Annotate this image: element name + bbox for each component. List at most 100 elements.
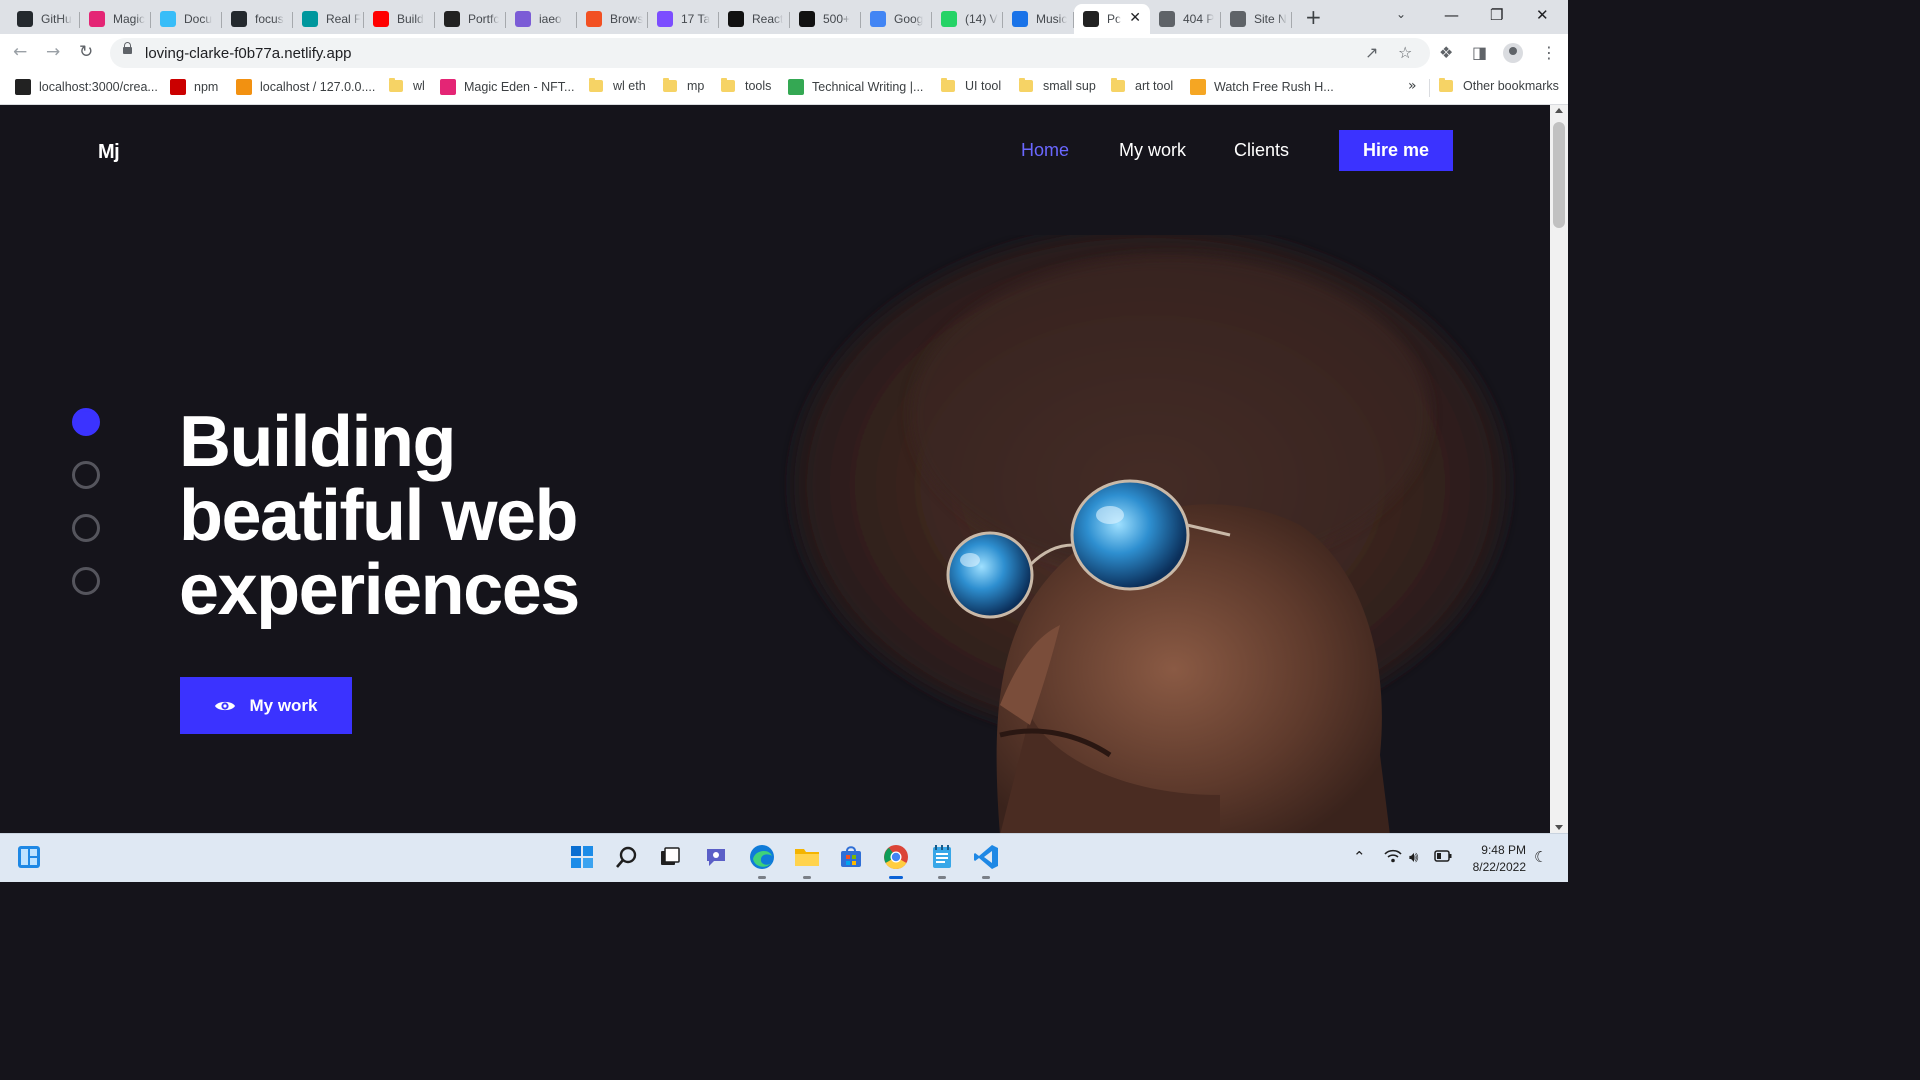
more-bookmarks-icon[interactable]: » [1408, 78, 1417, 94]
nav-my-work-link[interactable]: My work [1119, 140, 1186, 161]
browser-tab[interactable]: Magic [80, 4, 151, 34]
restore-icon[interactable]: ❐ [1490, 6, 1503, 24]
browser-tab-strip: GitHu Magic Docu focus Real F Build Portfc iaeo… [0, 0, 1568, 34]
bookmark-item[interactable]: UI tool [941, 78, 1001, 93]
tab-title: Docu [184, 12, 213, 26]
slide-dot-3[interactable] [72, 514, 100, 542]
code-icon [657, 11, 673, 27]
search-icon[interactable] [614, 844, 640, 870]
address-bar[interactable]: loving-clarke-f0b77a.netlify.app ↗ ☆ [110, 38, 1430, 68]
browser-tab[interactable]: Pc ✕ [1074, 4, 1150, 34]
scrollbar-thumb[interactable] [1553, 122, 1565, 228]
notifications-icon[interactable]: ☾ [1534, 848, 1547, 866]
bookmark-item[interactable]: wl [389, 78, 425, 93]
tab-title: Goog [894, 12, 924, 26]
chrome-icon[interactable] [883, 844, 909, 879]
widgets-icon[interactable] [16, 844, 42, 870]
browser-tab[interactable]: Portfc [435, 4, 506, 34]
website-viewport: Mj Home My work Clients Hire me Building… [0, 105, 1550, 833]
scroll-up-icon[interactable] [1555, 108, 1563, 113]
slide-dot-1[interactable] [72, 408, 100, 436]
bookmark-item[interactable]: art tool [1111, 78, 1173, 93]
nav-clients-link[interactable]: Clients [1234, 140, 1289, 161]
task-view-icon[interactable] [657, 844, 683, 870]
bookmark-item[interactable]: localhost / 127.0.0.... [236, 79, 375, 95]
folder-icon [1439, 78, 1453, 92]
menu-kebab-icon[interactable]: ⋮ [1541, 43, 1557, 62]
browser-tab[interactable]: 17 Ta [648, 4, 719, 34]
bookmark-label: small sup [1043, 79, 1096, 93]
bookmark-star-icon[interactable]: ☆ [1398, 43, 1412, 62]
back-icon[interactable]: ← [13, 42, 27, 62]
share-icon[interactable]: ↗ [1365, 43, 1378, 62]
browser-tab[interactable]: 500+ [790, 4, 861, 34]
browser-tab[interactable]: GitHu [8, 4, 80, 34]
bookmark-item[interactable]: npm [170, 79, 218, 95]
browser-tab[interactable]: Real F [293, 4, 364, 34]
slide-dot-2[interactable] [72, 461, 100, 489]
browser-tab[interactable]: 404 P [1150, 4, 1221, 34]
bookmark-favicon-icon [1190, 79, 1206, 95]
bookmark-item[interactable]: Watch Free Rush H... [1190, 79, 1334, 95]
browser-tab[interactable]: React [719, 4, 790, 34]
browser-tab[interactable]: Goog [861, 4, 932, 34]
bookmark-item[interactable]: mp [663, 78, 704, 93]
notepad-icon[interactable] [929, 844, 955, 879]
forward-icon[interactable]: → [46, 42, 60, 62]
page-scrollbar[interactable] [1550, 105, 1568, 833]
browser-tab[interactable]: Site N [1221, 4, 1292, 34]
bookmark-label: localhost:3000/crea... [39, 80, 158, 94]
store-icon[interactable] [838, 844, 864, 870]
bookmark-label: wl [413, 79, 425, 93]
profile-avatar[interactable] [1503, 43, 1523, 63]
browser-tab[interactable]: Docu [151, 4, 222, 34]
minimize-icon[interactable]: — [1444, 6, 1459, 24]
slide-dot-4[interactable] [72, 567, 100, 595]
new-tab-button[interactable]: + [1305, 5, 1322, 29]
my-work-cta-button[interactable]: My work [180, 677, 352, 734]
volume-icon[interactable]: 🔊︎ [1409, 848, 1418, 866]
url-text[interactable]: loving-clarke-f0b77a.netlify.app [145, 45, 352, 62]
bookmark-item[interactable]: wl eth [589, 78, 646, 93]
eye-icon [215, 701, 236, 710]
bookmark-item[interactable]: Technical Writing |... [788, 79, 923, 95]
bookmark-label: localhost / 127.0.0.... [260, 80, 376, 94]
site-logo[interactable]: Mj [98, 141, 120, 164]
browser-tab[interactable]: focus [222, 4, 293, 34]
show-hidden-icons-icon[interactable]: ⌃ [1353, 848, 1366, 866]
tab-title: Brows [610, 12, 644, 26]
tab-search-icon[interactable]: ⌄ [1396, 7, 1406, 21]
reload-icon[interactable]: ↻ [79, 42, 93, 62]
file-explorer-icon[interactable] [794, 844, 820, 879]
browser-tab[interactable]: Brows [577, 4, 648, 34]
bookmark-item[interactable]: Magic Eden - NFT... [440, 79, 574, 95]
scroll-down-icon[interactable] [1555, 825, 1563, 830]
headline-line-3: experiences [179, 550, 580, 630]
bookmarks-bar: localhost:3000/crea... npm localhost / 127… [0, 72, 1568, 105]
bookmark-item[interactable]: localhost:3000/crea... [15, 79, 158, 95]
browser-tab[interactable]: Music [1003, 4, 1074, 34]
folder-icon [663, 78, 677, 92]
close-window-icon[interactable]: ✕ [1536, 6, 1549, 24]
extensions-icon[interactable]: ❖ [1439, 43, 1453, 62]
browser-tab[interactable]: Build [364, 4, 435, 34]
vscode-icon[interactable] [973, 844, 999, 879]
bookmark-item[interactable]: small sup [1019, 78, 1096, 93]
hire-me-button[interactable]: Hire me [1339, 130, 1453, 171]
wifi-icon[interactable] [1384, 848, 1402, 868]
battery-icon[interactable] [1434, 848, 1452, 866]
bookmark-item[interactable]: tools [721, 78, 771, 93]
browser-tab[interactable]: (14) V [932, 4, 1003, 34]
taskbar-clock[interactable]: 9:48 PM 8/22/2022 [1462, 842, 1526, 876]
react-icon [728, 11, 744, 27]
nav-home-link[interactable]: Home [1021, 140, 1069, 161]
side-panel-icon[interactable]: ◨ [1472, 43, 1487, 62]
close-tab-icon[interactable]: ✕ [1129, 10, 1141, 26]
browser-tab[interactable]: iaeo [506, 4, 577, 34]
edge-icon[interactable] [749, 844, 775, 879]
other-bookmarks[interactable]: Other bookmarks [1439, 78, 1559, 93]
unsplash-icon [799, 11, 815, 27]
start-icon[interactable] [569, 844, 595, 870]
lock-icon[interactable] [123, 42, 132, 54]
teams-chat-icon[interactable] [703, 844, 729, 870]
